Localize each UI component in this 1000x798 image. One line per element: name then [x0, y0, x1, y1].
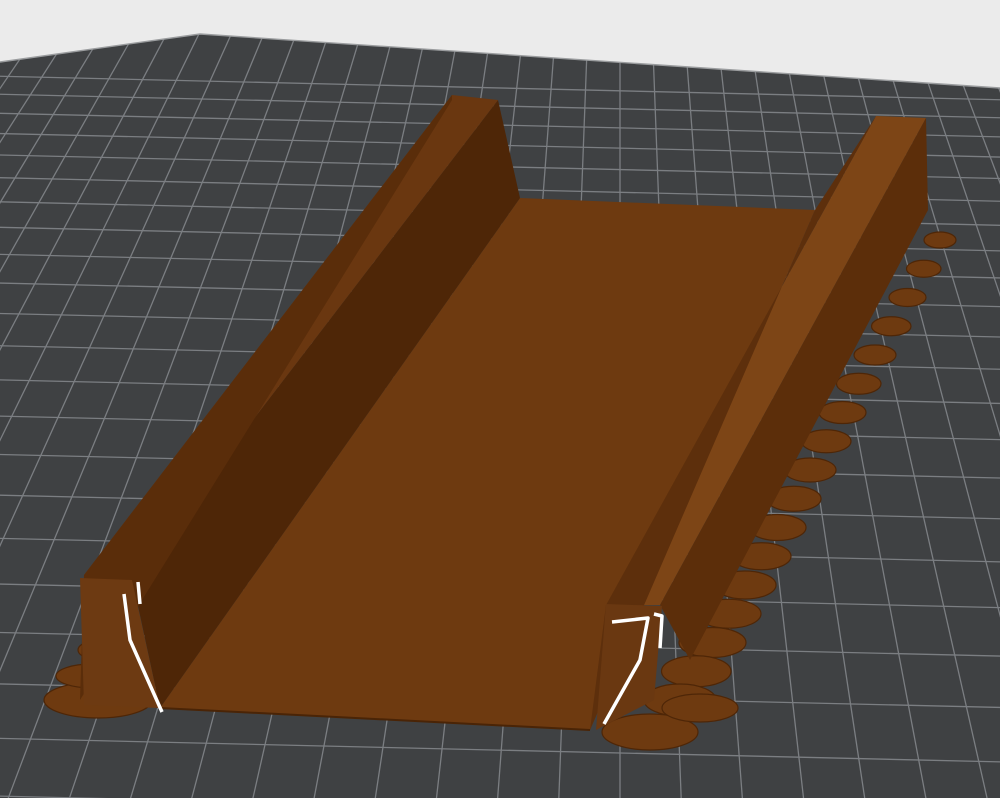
support-blob	[818, 400, 867, 425]
support-blob	[661, 693, 739, 723]
support-blob	[853, 344, 897, 366]
support-blob	[870, 316, 912, 337]
support-blob	[905, 259, 942, 278]
support-blob	[923, 231, 957, 249]
viewport-canvas[interactable]	[0, 0, 1000, 798]
support-blob	[888, 287, 927, 308]
support-blob	[835, 372, 882, 395]
support-blob	[660, 655, 732, 688]
3d-viewport[interactable]	[0, 0, 1000, 798]
